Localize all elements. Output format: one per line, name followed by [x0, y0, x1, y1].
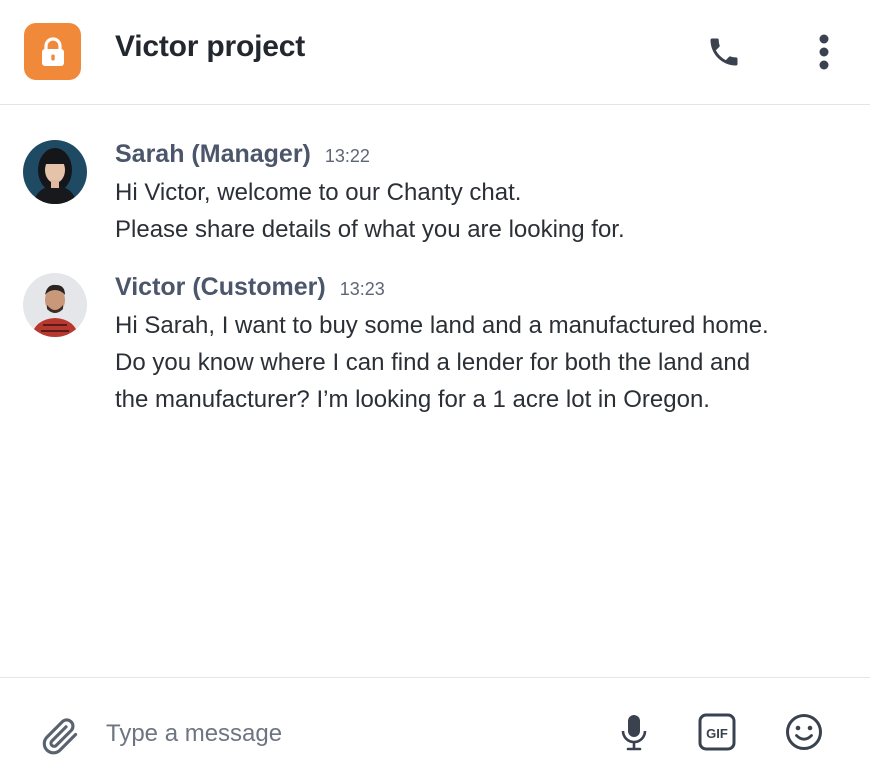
smiley-icon [786, 714, 822, 750]
channel-title: Victor project [115, 30, 306, 63]
voice-message-button[interactable] [612, 710, 656, 754]
message-time: 13:22 [324, 146, 370, 166]
call-button[interactable] [704, 30, 744, 74]
message-line: the manufacturer? I’m looking for a 1 ac… [115, 386, 710, 413]
more-vertical-icon [819, 34, 829, 70]
phone-icon [710, 38, 738, 66]
message-line: Hi Victor, welcome to our Chanty chat. [115, 179, 522, 206]
microphone-icon [621, 715, 647, 751]
message-line: Please share details of what you are loo… [115, 216, 625, 243]
message-body: Hi Victor, welcome to our Chanty chat. P… [115, 174, 855, 248]
message-body: Hi Sarah, I want to buy some land and a … [115, 307, 855, 418]
avatar-victor-image [23, 273, 87, 337]
channel-lock-badge[interactable] [24, 23, 81, 80]
emoji-button[interactable] [782, 710, 826, 754]
avatar[interactable] [23, 273, 87, 337]
gif-label: GIF [706, 726, 728, 741]
gif-button[interactable]: GIF [695, 710, 739, 754]
message-composer: GIF [0, 677, 870, 780]
avatar-sarah-image [23, 140, 87, 204]
message-author[interactable]: Sarah (Manager) [115, 140, 311, 169]
message-time: 13:23 [339, 279, 385, 299]
avatar[interactable] [23, 140, 87, 204]
message-input[interactable] [106, 714, 586, 754]
gif-icon: GIF [698, 713, 736, 751]
message-list: Sarah (Manager) 13:22 Hi Victor, welcome… [0, 105, 870, 675]
message-header: Victor (Customer) 13:23 [115, 273, 385, 302]
message-header: Sarah (Manager) 13:22 [115, 140, 370, 169]
attach-button[interactable] [38, 714, 82, 758]
lock-icon [41, 36, 64, 66]
message-author[interactable]: Victor (Customer) [115, 273, 326, 302]
message-line: Hi Sarah, I want to buy some land and a … [115, 312, 769, 339]
more-options-button[interactable] [804, 30, 844, 74]
chat-header: Victor project [0, 0, 870, 105]
paperclip-icon [42, 718, 78, 755]
message-line: Do you know where I can find a lender fo… [115, 349, 751, 376]
